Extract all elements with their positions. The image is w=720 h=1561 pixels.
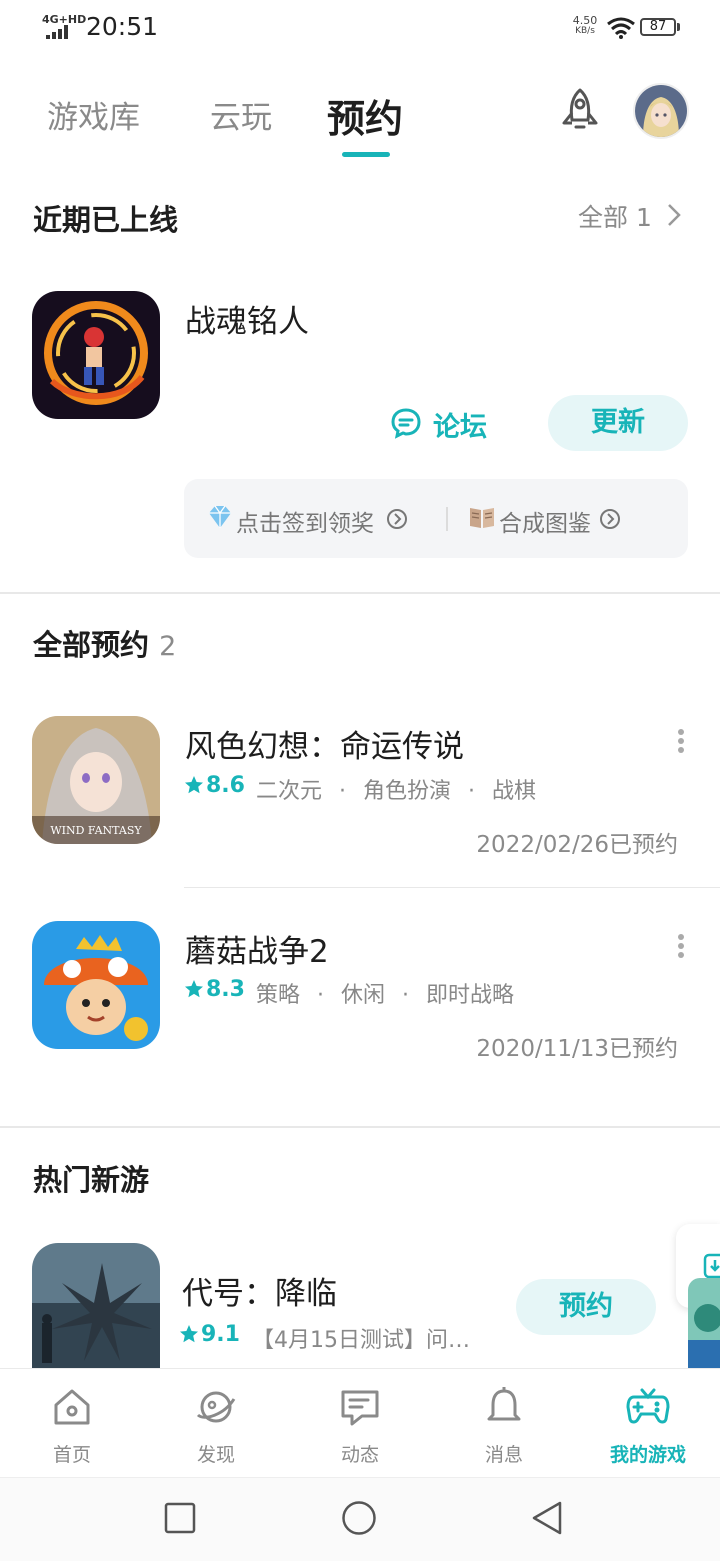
home-button-icon[interactable] — [341, 1500, 377, 1536]
tag-separator: · — [317, 983, 325, 1008]
update-button[interactable]: 更新 — [548, 395, 688, 451]
game-tags: 策略 · 休闲 · 即时战略 — [256, 977, 514, 1009]
nav-feed[interactable]: 动态 — [310, 1440, 410, 1467]
circle-arrow-icon[interactable] — [386, 508, 408, 530]
planet-icon[interactable] — [194, 1385, 238, 1429]
advent-artwork — [32, 1243, 160, 1368]
quick-links-panel: 点击签到领奖 合成图鉴 — [184, 479, 688, 558]
tag: 休闲 — [341, 983, 386, 1008]
tag: 角色扮演 — [363, 779, 452, 804]
reservations-title: 全部预约 — [33, 628, 150, 662]
game-tags: 二次元 · 角色扮演 · 战棋 — [256, 773, 536, 805]
reserve-button[interactable]: 预约 — [516, 1279, 656, 1335]
game-name-advent[interactable]: 代号：降临 — [182, 1268, 337, 1313]
recent-apps-icon[interactable] — [164, 1502, 196, 1534]
status-bar: 4G+HD 20:51 4.50 KB/s 87 — [0, 0, 720, 56]
chevron-right-icon[interactable] — [666, 202, 682, 228]
next-card-artwork — [688, 1278, 720, 1368]
game-icon-advent[interactable] — [32, 1243, 160, 1368]
see-all-count: 1 — [635, 203, 652, 232]
game-rating: 8.6 — [206, 773, 245, 798]
game-name-zhanhun[interactable]: 战魂铭人 — [185, 296, 309, 341]
see-all-label: 全部 — [578, 203, 629, 232]
section-title-recent: 近期已上线 — [33, 203, 179, 237]
tag-separator: · — [339, 779, 347, 804]
clock: 20:51 — [86, 12, 159, 41]
game-name-mushroom-wars[interactable]: 蘑菇战争2 — [185, 926, 329, 971]
system-navigation-bar — [0, 1477, 720, 1561]
zhanhun-artwork — [32, 291, 160, 419]
next-card-peek — [688, 1278, 720, 1368]
section-title-reservations: 全部预约 2 — [33, 622, 176, 664]
tag: 战棋 — [492, 779, 537, 804]
tag: 即时战略 — [426, 983, 515, 1008]
download-icon — [703, 1253, 720, 1279]
crafting-guide-link[interactable]: 合成图鉴 — [499, 504, 591, 538]
star-icon — [180, 1325, 198, 1343]
battery-indicator: 87 — [640, 18, 676, 36]
section-title-hot-new: 热门新游 — [33, 1163, 150, 1197]
network-speed-unit: KB/s — [575, 26, 595, 36]
game-name-wind-fantasy[interactable]: 风色幻想：命运传说 — [185, 721, 464, 766]
wind-fantasy-logo-text: WIND FANTASY — [50, 824, 142, 837]
tab-reservations[interactable]: 预约 — [327, 88, 403, 143]
more-options-icon[interactable] — [677, 728, 685, 754]
network-indicator: 4G+HD — [42, 13, 87, 26]
tab-game-library[interactable]: 游戏库 — [47, 92, 140, 137]
tab-cloud-play[interactable]: 云玩 — [210, 92, 272, 137]
wifi-icon — [607, 17, 635, 39]
nav-my-games[interactable]: 我的游戏 — [598, 1440, 698, 1467]
list-divider — [184, 887, 720, 888]
more-options-icon[interactable] — [677, 933, 685, 959]
mushroom-wars-artwork — [32, 921, 160, 1049]
book-icon — [468, 505, 496, 531]
game-icon-mushroom-wars[interactable] — [32, 921, 160, 1049]
game-description: 【4月15日测试】问… — [252, 1328, 470, 1353]
battery-tip — [677, 23, 680, 31]
nav-discover[interactable]: 发现 — [166, 1440, 266, 1467]
star-icon — [185, 776, 203, 794]
chat-icon[interactable] — [338, 1385, 382, 1429]
game-rating: 8.3 — [206, 977, 245, 1002]
section-divider — [0, 1126, 720, 1128]
avatar-image — [635, 85, 687, 137]
user-avatar[interactable] — [633, 83, 689, 139]
tag: 策略 — [256, 983, 301, 1008]
network-speed: 4.50 KB/s — [566, 14, 604, 36]
forum-button[interactable]: 论坛 — [433, 405, 487, 444]
nav-home[interactable]: 首页 — [22, 1440, 122, 1467]
tag-separator: · — [402, 983, 410, 1008]
reservation-date: 2020/11/13已预约 — [476, 1036, 678, 1062]
tag: 二次元 — [256, 779, 323, 804]
signal-icon — [46, 25, 68, 39]
tag-separator: · — [468, 779, 476, 804]
active-tab-indicator — [342, 152, 390, 157]
reservations-count: 2 — [159, 631, 177, 662]
diamond-icon — [206, 503, 234, 531]
reservation-date: 2022/02/26已预约 — [476, 832, 678, 858]
game-icon-zhanhun[interactable] — [32, 291, 160, 419]
nav-messages[interactable]: 消息 — [454, 1440, 554, 1467]
game-rating: 9.1 — [201, 1322, 240, 1347]
wind-fantasy-artwork: WIND FANTASY — [32, 716, 160, 844]
circle-arrow-icon[interactable] — [599, 508, 621, 530]
sign-in-reward-link[interactable]: 点击签到领奖 — [236, 504, 378, 538]
see-all-link[interactable]: 全部 1 — [578, 198, 652, 234]
network-speed-value: 4.50 — [572, 14, 598, 27]
rocket-icon[interactable] — [555, 87, 605, 137]
star-icon — [185, 980, 203, 998]
game-icon-wind-fantasy[interactable]: WIND FANTASY — [32, 716, 160, 844]
section-divider — [0, 592, 720, 594]
gamepad-icon[interactable] — [626, 1385, 670, 1429]
quick-links-divider — [446, 507, 448, 531]
home-icon[interactable] — [50, 1385, 94, 1429]
bell-icon[interactable] — [482, 1385, 526, 1429]
back-icon[interactable] — [530, 1500, 564, 1536]
forum-icon[interactable] — [390, 407, 422, 439]
